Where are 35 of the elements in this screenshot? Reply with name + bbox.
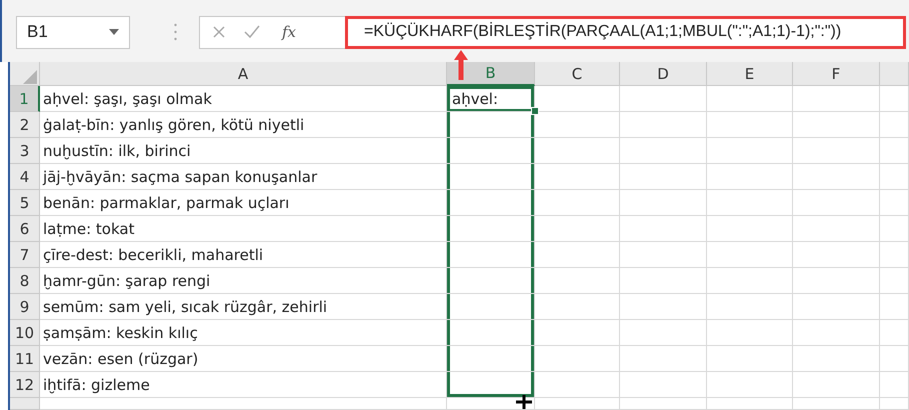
row-header[interactable]: 3 <box>10 138 40 164</box>
row-header[interactable]: 8 <box>10 268 40 294</box>
table-cell: iḫtifā: gizleme <box>40 372 447 398</box>
table-cell: benān: parmaklar, parmak uçları <box>40 190 447 216</box>
column-header[interactable]: D <box>620 62 707 86</box>
table-cell: laṭme: tokat <box>40 216 447 242</box>
column-header[interactable]: A <box>40 62 447 86</box>
row-header[interactable]: 1 <box>10 86 40 112</box>
row-header[interactable]: 5 <box>10 190 40 216</box>
table-cell: vezān: esen (rüzgar) <box>40 346 447 372</box>
row-header[interactable]: 7 <box>10 242 40 268</box>
cell-reference: B1 <box>27 22 48 42</box>
column-header[interactable]: E <box>707 62 793 86</box>
row-header[interactable]: 12 <box>10 372 40 398</box>
insert-function-button[interactable]: fx <box>278 23 300 41</box>
formula-text: =KÜÇÜKHARF(BİRLEŞTİR(PARÇAAL(A1;1;MBUL(":";A1;1)-1);":")) <box>363 23 842 41</box>
table-cell: aḥvel: <box>447 86 535 112</box>
column-header[interactable]: F <box>793 62 880 86</box>
column-header[interactable]: B <box>447 62 535 86</box>
table-cell: jāj-ḫvāyān: saçma sapan konuşanlar <box>40 164 447 190</box>
row-header[interactable]: 10 <box>10 320 40 346</box>
row-header[interactable]: 4 <box>10 164 40 190</box>
row-header[interactable]: 11 <box>10 346 40 372</box>
table-cell: ġalaṭ-bīn: yanlış gören, kötü niyetli <box>40 112 447 138</box>
row-header[interactable]: 9 <box>10 294 40 320</box>
table-cell: ḫamr-gūn: şarap rengi <box>40 268 447 294</box>
column-header[interactable]: C <box>535 62 620 86</box>
name-box[interactable]: B1 <box>16 16 130 48</box>
table-cell: çīre-dest: becerikli, maharetli <box>40 242 447 268</box>
row-header[interactable]: 6 <box>10 216 40 242</box>
row-header[interactable]: 2 <box>10 112 40 138</box>
table-cell: nuḫustīn: ilk, birinci <box>40 138 447 164</box>
table-cell: semūm: sam yeli, sıcak rüzgâr, zehirli <box>40 294 447 320</box>
table-cell: ṣamṣām: keskin kılıç <box>40 320 447 346</box>
table-cell: aḥvel: şaşı, şaşı olmak <box>40 86 447 112</box>
